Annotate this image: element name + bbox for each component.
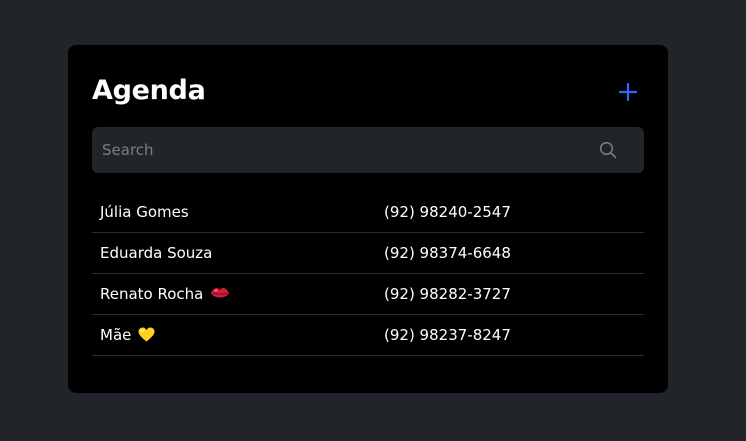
contact-row[interactable]: Eduarda Souza (92) 98374-6648 xyxy=(92,233,644,274)
contact-phone: (92) 98237-8247 xyxy=(384,326,511,344)
contact-phone: (92) 98240-2547 xyxy=(384,203,511,221)
contact-name: Mãe xyxy=(100,326,132,344)
contact-name-cell: Renato Rocha xyxy=(100,284,230,304)
contact-list: Júlia Gomes (92) 98240-2547 Eduarda Souz… xyxy=(92,192,644,356)
plus-icon xyxy=(618,82,638,102)
header: Agenda xyxy=(92,45,644,127)
search-input[interactable] xyxy=(92,127,572,173)
contact-name: Eduarda Souza xyxy=(100,244,213,262)
agenda-card: Agenda Júlia Gomes (92) 98240-2547 Eduar… xyxy=(68,45,668,393)
lips-icon xyxy=(211,288,230,298)
page-title: Agenda xyxy=(92,75,206,106)
contact-row[interactable]: Mãe (92) 98237-8247 xyxy=(92,315,644,356)
contact-name: Renato Rocha xyxy=(100,285,204,303)
search-box xyxy=(92,127,644,173)
contact-phone: (92) 98374-6648 xyxy=(384,244,511,262)
contact-row[interactable]: Renato Rocha (92) 98282-3727 xyxy=(92,274,644,315)
yellow-heart-icon xyxy=(138,327,155,341)
search-icon[interactable] xyxy=(599,141,617,159)
contact-row[interactable]: Júlia Gomes (92) 98240-2547 xyxy=(92,192,644,233)
contact-name: Júlia Gomes xyxy=(100,203,189,221)
contact-phone: (92) 98282-3727 xyxy=(384,285,511,303)
add-contact-button[interactable] xyxy=(618,82,638,102)
contact-name-cell: Mãe xyxy=(100,325,155,345)
